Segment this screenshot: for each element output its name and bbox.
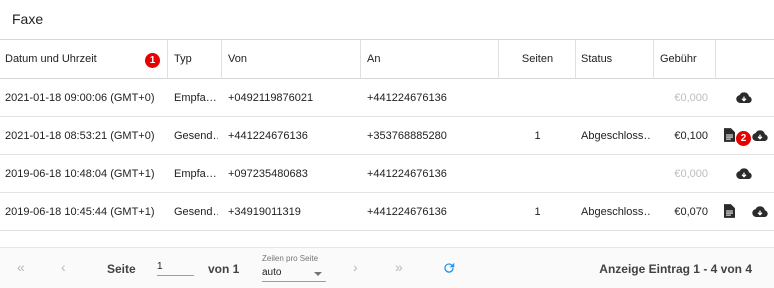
page-number-input[interactable]: 1: [157, 261, 194, 276]
refresh-icon[interactable]: [442, 261, 456, 280]
annotation-badge-1: 1: [145, 53, 160, 68]
previous-page-button[interactable]: ‹: [61, 260, 66, 274]
cell-datetime: 2019-06-18 10:48:04 (GMT+1): [5, 167, 155, 180]
next-page-button[interactable]: ›: [353, 260, 358, 274]
column-divider: [653, 40, 654, 79]
cell-from: +097235480683: [228, 167, 308, 180]
last-page-button[interactable]: »: [395, 260, 403, 274]
cloud-download-icon[interactable]: [752, 205, 768, 224]
column-divider: [360, 40, 361, 79]
page-label: Seite: [107, 262, 136, 276]
cell-to: +353768885280: [367, 129, 447, 142]
cell-fee: €0,000: [674, 167, 708, 180]
table-row[interactable]: 2021-01-18 08:53:21 (GMT+0) Gesend… +441…: [0, 117, 774, 155]
cell-status: Abgeschloss…: [581, 129, 651, 142]
pagination-summary: Anzeige Eintrag 1 - 4 von 4: [599, 262, 752, 276]
cloud-download-icon[interactable]: [752, 129, 768, 148]
page-title: Faxe: [12, 11, 44, 27]
table-row[interactable]: 2019-06-18 10:45:44 (GMT+1) Gesend… +349…: [0, 193, 774, 231]
first-page-button[interactable]: «: [17, 260, 25, 274]
cell-fee: €0,100: [674, 129, 708, 142]
rows-per-page-value: auto: [262, 267, 282, 278]
cell-status: [581, 155, 651, 192]
cell-from: +34919011319: [228, 205, 301, 218]
cell-pages: [500, 79, 575, 116]
chevron-down-icon: [314, 272, 322, 276]
cell-to: +441224676136: [367, 167, 447, 180]
table-row[interactable]: 2021-01-18 09:00:06 (GMT+0) Empfa… +0492…: [0, 79, 774, 117]
cell-to: +441224676136: [367, 205, 447, 218]
cell-type: Empfa…: [174, 167, 217, 180]
cell-status: [581, 79, 651, 116]
column-divider: [715, 40, 716, 79]
cloud-download-icon[interactable]: [736, 91, 752, 110]
title-bar: Faxe: [0, 0, 774, 40]
cell-fee: €0,070: [674, 205, 708, 218]
column-divider: [575, 40, 576, 79]
column-header-type[interactable]: Typ: [174, 40, 218, 78]
cell-type: Gesend…: [174, 205, 218, 218]
cell-datetime: 2019-06-18 10:45:44 (GMT+1): [5, 205, 155, 218]
cell-to: +441224676136: [367, 91, 447, 104]
column-divider: [221, 40, 222, 79]
cell-pages: 1: [534, 129, 541, 142]
cell-type: Gesend…: [174, 129, 218, 142]
table-header: Datum und Uhrzeit 1 Typ Von An Seiten St…: [0, 40, 774, 79]
cell-type: Empfa…: [174, 91, 217, 104]
column-header-to[interactable]: An: [367, 40, 497, 78]
cell-status: Abgeschloss…: [581, 205, 651, 218]
rows-per-page-label: Zeilen pro Seite: [262, 254, 319, 263]
document-icon[interactable]: [724, 204, 735, 223]
cell-pages: [500, 155, 575, 192]
column-header-fee[interactable]: Gebühr: [660, 40, 708, 78]
column-header-pages[interactable]: Seiten: [500, 40, 575, 78]
column-divider: [167, 40, 168, 79]
cell-from: +441224676136: [228, 129, 308, 142]
cell-pages: 1: [534, 205, 541, 218]
cell-datetime: 2021-01-18 08:53:21 (GMT+0): [5, 129, 155, 142]
table-row[interactable]: 2019-06-18 10:48:04 (GMT+1) Empfa… +0972…: [0, 155, 774, 193]
column-header-datetime[interactable]: Datum und Uhrzeit: [5, 40, 165, 78]
annotation-badge-2: 2: [736, 131, 751, 146]
rows-per-page-select[interactable]: auto: [262, 267, 326, 282]
cell-fee: €0,000: [674, 91, 708, 104]
column-header-from[interactable]: Von: [228, 40, 358, 78]
cell-from: +0492119876021: [228, 91, 314, 104]
column-divider: [498, 40, 499, 79]
column-header-status[interactable]: Status: [581, 40, 651, 78]
cell-datetime: 2021-01-18 09:00:06 (GMT+0): [5, 91, 155, 104]
pagination-bar: « ‹ Seite 1 von 1 Zeilen pro Seite auto …: [0, 247, 774, 288]
document-icon[interactable]: [724, 128, 735, 147]
cloud-download-icon[interactable]: [736, 167, 752, 186]
page-count-label: von 1: [208, 262, 240, 276]
